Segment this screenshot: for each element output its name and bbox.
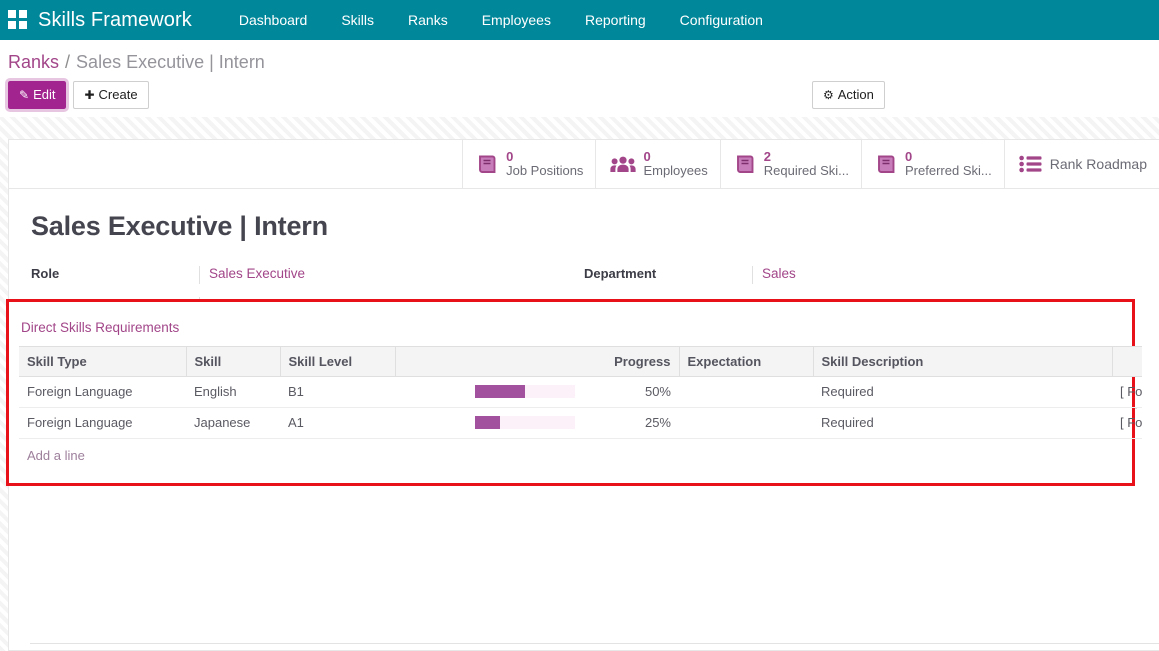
breadcrumb-current-record: Sales Executive | Intern	[76, 52, 265, 72]
nav-item-employees[interactable]: Employees	[465, 0, 568, 40]
field-row-role: Role Sales Executive	[31, 266, 584, 284]
cell-skill-level[interactable]: B1	[280, 376, 395, 408]
breadcrumb: Ranks / Sales Executive | Intern	[0, 40, 1159, 73]
section-title-direct-skills: Direct Skills Requirements	[21, 320, 180, 335]
stat-label-rank-roadmap: Rank Roadmap	[1049, 155, 1147, 172]
stat-button-required-skills[interactable]: 2 Required Ski...	[719, 140, 861, 188]
book-icon	[736, 155, 754, 173]
column-header-skill-description[interactable]: Skill Description	[813, 346, 1113, 377]
cell-expectation[interactable]: Required	[813, 376, 1112, 408]
stat-value-employees: 0	[643, 149, 651, 165]
cell-progress-label: 50%	[545, 376, 679, 408]
edit-button-label: Edit	[33, 87, 56, 102]
create-button-label: Create	[98, 87, 138, 102]
stat-button-employees[interactable]: 0 Employees	[595, 140, 719, 188]
apps-grid-icon[interactable]	[8, 10, 28, 30]
column-header-skill-type[interactable]: Skill Type	[19, 346, 187, 377]
direct-skills-table: Skill Type Skill Skill Level Progress Ex…	[19, 346, 1142, 439]
action-button-label: Action	[837, 87, 874, 102]
stat-button-preferred-skills[interactable]: 0 Preferred Ski...	[861, 140, 1004, 188]
page-root: Skills Framework Dashboard Skills Ranks …	[0, 0, 1159, 651]
stat-button-rank-roadmap[interactable]: Rank Roadmap	[1003, 140, 1159, 188]
users-icon	[610, 156, 637, 172]
stat-label-required-skills: Required Ski...	[763, 163, 850, 178]
cell-skill[interactable]: English	[186, 376, 280, 408]
chatter-top-divider	[30, 643, 1159, 644]
cell-skill-type[interactable]: Foreign Language	[19, 407, 186, 439]
progress-bar-fill	[475, 416, 500, 429]
field-label-role: Role	[31, 266, 60, 281]
highlight-box-direct-skills: Direct Skills Requirements Skill Type Sk…	[6, 299, 1142, 486]
top-navbar: Skills Framework Dashboard Skills Ranks …	[0, 0, 1159, 40]
control-panel: ✎ Edit ✚ Create ⚙ Action	[0, 73, 1159, 117]
cell-skill-type[interactable]: Foreign Language	[19, 376, 186, 408]
app-brand-title[interactable]: Skills Framework	[38, 9, 192, 32]
stat-label-preferred-skills: Preferred Ski...	[905, 163, 992, 178]
breadcrumb-separator: /	[65, 52, 71, 72]
stat-value-preferred-skills: 0	[905, 149, 913, 165]
cell-skill-description[interactable]: [ Foreign Language] English - B1	[1112, 376, 1142, 408]
nav-item-dashboard[interactable]: Dashboard	[222, 0, 325, 40]
breadcrumb-parent-ranks[interactable]: Ranks	[8, 52, 59, 72]
book-icon	[878, 155, 895, 173]
field-label-department: Department	[584, 266, 657, 281]
cell-skill[interactable]: Japanese	[186, 407, 280, 439]
stat-label-job-positions: Job Positions	[506, 163, 584, 178]
add-a-line-button[interactable]: Add a line	[19, 439, 93, 472]
column-header-skill[interactable]: Skill	[186, 346, 281, 377]
nav-item-reporting[interactable]: Reporting	[568, 0, 663, 40]
edit-button[interactable]: ✎ Edit	[4, 78, 70, 112]
cell-skill-level[interactable]: A1	[280, 407, 395, 439]
stat-value-required-skills: 2	[763, 149, 771, 165]
stat-button-job-positions[interactable]: 0 Job Positions	[462, 140, 595, 188]
column-header-progress[interactable]: Progress	[395, 346, 680, 377]
field-value-role[interactable]: Sales Executive	[199, 266, 305, 284]
cell-progress-label: 25%	[545, 407, 679, 439]
pencil-icon: ✎	[19, 88, 30, 102]
column-header-expectation[interactable]: Expectation	[679, 346, 814, 377]
nav-item-configuration[interactable]: Configuration	[663, 0, 780, 40]
table-row[interactable]: Foreign Language Japanese A1 25% Require…	[19, 407, 1142, 439]
plus-icon: ✚	[84, 88, 95, 102]
field-value-department[interactable]: Sales	[752, 266, 796, 284]
table-row[interactable]: Foreign Language English B1 50% Required…	[19, 376, 1142, 408]
action-button[interactable]: ⚙ Action	[812, 81, 885, 109]
column-header-actions	[1112, 346, 1142, 377]
nav-item-ranks[interactable]: Ranks	[391, 0, 465, 40]
stat-value-job-positions: 0	[506, 149, 514, 165]
stat-button-bar: 0 Job Positions 0 Employees 2 Required S…	[9, 140, 1159, 189]
nav-item-skills[interactable]: Skills	[324, 0, 391, 40]
cell-expectation[interactable]: Required	[813, 407, 1112, 439]
gear-icon: ⚙	[823, 88, 834, 102]
cell-skill-description[interactable]: [ Foreign Language] Japanese - A1	[1112, 407, 1142, 439]
stat-label-employees: Employees	[643, 163, 708, 178]
column-header-skill-level[interactable]: Skill Level	[280, 346, 396, 377]
progress-bar-fill	[475, 385, 525, 399]
field-row-department: Department Sales	[584, 266, 1137, 284]
create-button[interactable]: ✚ Create	[73, 81, 149, 109]
list-ul-icon	[1019, 155, 1042, 173]
direct-skills-panel: Direct Skills Requirements Skill Type Sk…	[9, 302, 1142, 472]
page-title: Sales Executive | Intern	[31, 211, 328, 241]
book-icon	[479, 155, 496, 173]
table-header-row: Skill Type Skill Skill Level Progress Ex…	[19, 346, 1142, 377]
